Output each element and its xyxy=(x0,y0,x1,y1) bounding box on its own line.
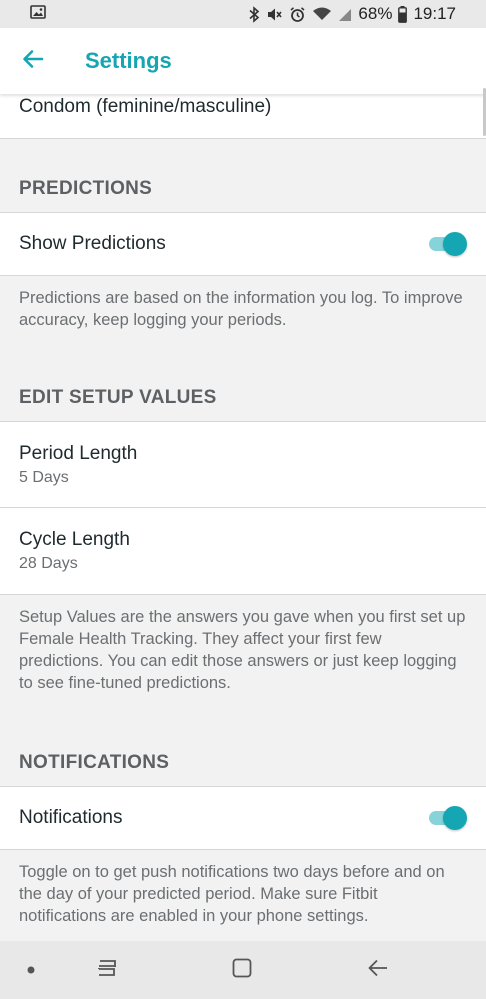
toggle-thumb xyxy=(443,232,467,256)
section-header-setup-values: EDIT SETUP VALUES xyxy=(19,387,217,408)
list-item-contraception[interactable]: Condom (feminine/masculine) xyxy=(0,94,486,139)
bluetooth-icon xyxy=(248,5,260,23)
alarm-icon xyxy=(289,6,306,23)
section-header-notifications: NOTIFICATIONS xyxy=(19,752,170,773)
cycle-length-value: 28 Days xyxy=(19,555,78,572)
back-icon xyxy=(367,958,389,983)
dot-button[interactable] xyxy=(10,941,52,999)
arrow-left-icon xyxy=(22,49,44,74)
notifications-toggle[interactable] xyxy=(427,806,467,830)
setup-values-description: Setup Values are the answers you gave wh… xyxy=(19,608,466,692)
page-title: Settings xyxy=(85,48,172,73)
toggle-thumb xyxy=(443,806,467,830)
period-length-label: Period Length xyxy=(19,442,138,464)
cycle-length-row[interactable]: Cycle Length 28 Days xyxy=(0,508,486,595)
notifications-row[interactable]: Notifications xyxy=(0,786,486,850)
recent-apps-button[interactable] xyxy=(82,941,132,999)
battery-percent: 68% xyxy=(358,4,393,23)
system-nav-bar xyxy=(0,941,486,999)
show-predictions-toggle[interactable] xyxy=(427,232,467,256)
show-predictions-row[interactable]: Show Predictions xyxy=(0,212,486,276)
home-button[interactable] xyxy=(217,941,267,999)
wifi-icon xyxy=(312,6,332,22)
period-length-value: 5 Days xyxy=(19,468,69,486)
settings-list: Condom (feminine/masculine) PREDICTIONS … xyxy=(0,94,486,941)
notifications-label: Notifications xyxy=(19,807,123,828)
mute-icon xyxy=(266,6,283,23)
dot-icon xyxy=(27,961,35,979)
back-button[interactable] xyxy=(0,28,66,94)
signal-icon xyxy=(338,6,352,22)
clock: 19:17 xyxy=(413,4,456,23)
battery-icon xyxy=(398,5,408,23)
notifications-description: Toggle on to get push notifications two … xyxy=(19,863,445,925)
contraception-label: Condom (feminine/masculine) xyxy=(19,96,272,117)
home-icon xyxy=(231,957,253,984)
section-header-predictions: PREDICTIONS xyxy=(19,178,153,199)
period-length-row[interactable]: Period Length 5 Days xyxy=(0,421,486,508)
app-bar: Settings xyxy=(0,28,486,94)
recent-apps-icon xyxy=(96,958,118,983)
status-bar: 68% 19:17 xyxy=(0,0,486,28)
predictions-description: Predictions are based on the information… xyxy=(19,289,463,329)
image-icon xyxy=(30,4,46,25)
show-predictions-label: Show Predictions xyxy=(19,233,166,254)
cycle-length-label: Cycle Length xyxy=(19,529,130,550)
system-back-button[interactable] xyxy=(353,941,403,999)
